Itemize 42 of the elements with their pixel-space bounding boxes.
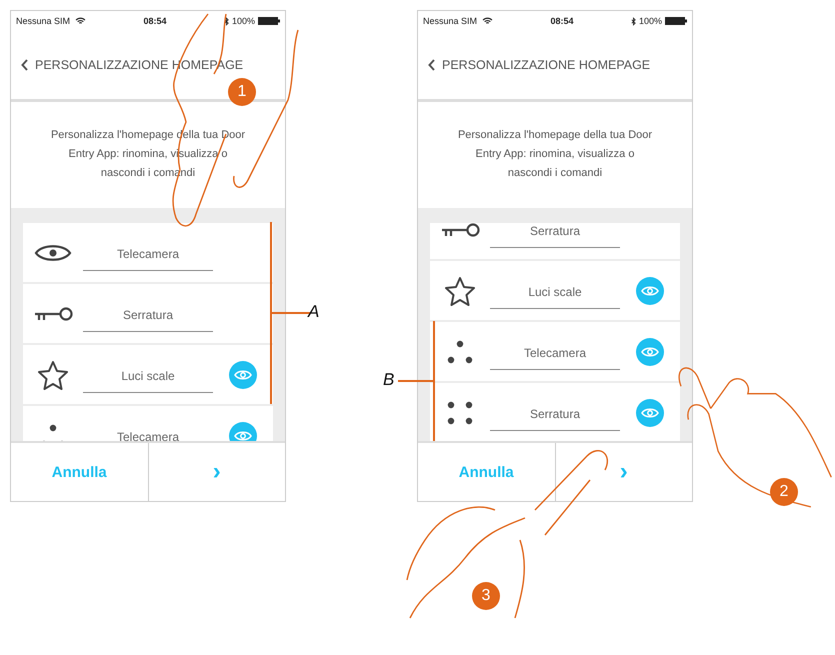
bluetooth-icon bbox=[224, 16, 229, 26]
screen-title: PERSONALIZZAZIONE HOMEPAGE bbox=[442, 58, 650, 72]
name-field[interactable]: Serratura bbox=[83, 296, 213, 332]
star-icon bbox=[444, 276, 476, 306]
name-field[interactable]: Luci scale bbox=[83, 356, 213, 392]
eye-icon bbox=[234, 430, 252, 441]
name-field[interactable]: Serratura bbox=[490, 394, 620, 430]
name-field[interactable]: Serratura bbox=[490, 223, 620, 248]
star-icon bbox=[37, 360, 69, 390]
key-icon bbox=[440, 223, 480, 238]
eye-icon bbox=[641, 284, 659, 296]
clock-text: 08:54 bbox=[143, 16, 167, 26]
eye-icon bbox=[234, 368, 252, 380]
description-text: Personalizza l'homepage della tua Door Entry App: rinomina, visualizza o nascondi i comandi bbox=[456, 128, 654, 181]
step-badge: 3 bbox=[472, 582, 500, 610]
wifi-icon bbox=[75, 17, 86, 25]
back-icon[interactable] bbox=[21, 59, 28, 71]
battery-percent: 100% bbox=[232, 16, 255, 26]
bluetooth-icon bbox=[630, 16, 636, 26]
visibility-toggle[interactable] bbox=[636, 276, 664, 304]
wifi-icon bbox=[482, 17, 494, 25]
battery-icon bbox=[258, 17, 280, 25]
step-badge: 2 bbox=[770, 478, 798, 506]
eye-icon bbox=[641, 406, 659, 418]
clock-text: 08:54 bbox=[550, 16, 574, 26]
back-icon[interactable] bbox=[428, 59, 435, 71]
battery-icon bbox=[665, 17, 687, 25]
visibility-toggle[interactable] bbox=[636, 338, 664, 366]
key-icon bbox=[33, 306, 73, 322]
visibility-toggle[interactable] bbox=[636, 398, 664, 426]
carrier-text: Nessuna SIM bbox=[423, 16, 478, 26]
visibility-toggle[interactable] bbox=[229, 360, 257, 388]
name-field[interactable]: Telecamera bbox=[83, 234, 213, 270]
eye-icon bbox=[641, 346, 659, 358]
callout-label: A bbox=[308, 302, 320, 322]
battery-percent: 100% bbox=[638, 16, 662, 26]
callout-label: B bbox=[383, 370, 394, 390]
dots-icon bbox=[447, 400, 473, 424]
dots-icon bbox=[447, 340, 473, 364]
name-field[interactable]: Telecamera bbox=[490, 334, 620, 370]
name-field[interactable]: Luci scale bbox=[490, 272, 620, 308]
carrier-text: Nessuna SIM bbox=[16, 16, 70, 26]
